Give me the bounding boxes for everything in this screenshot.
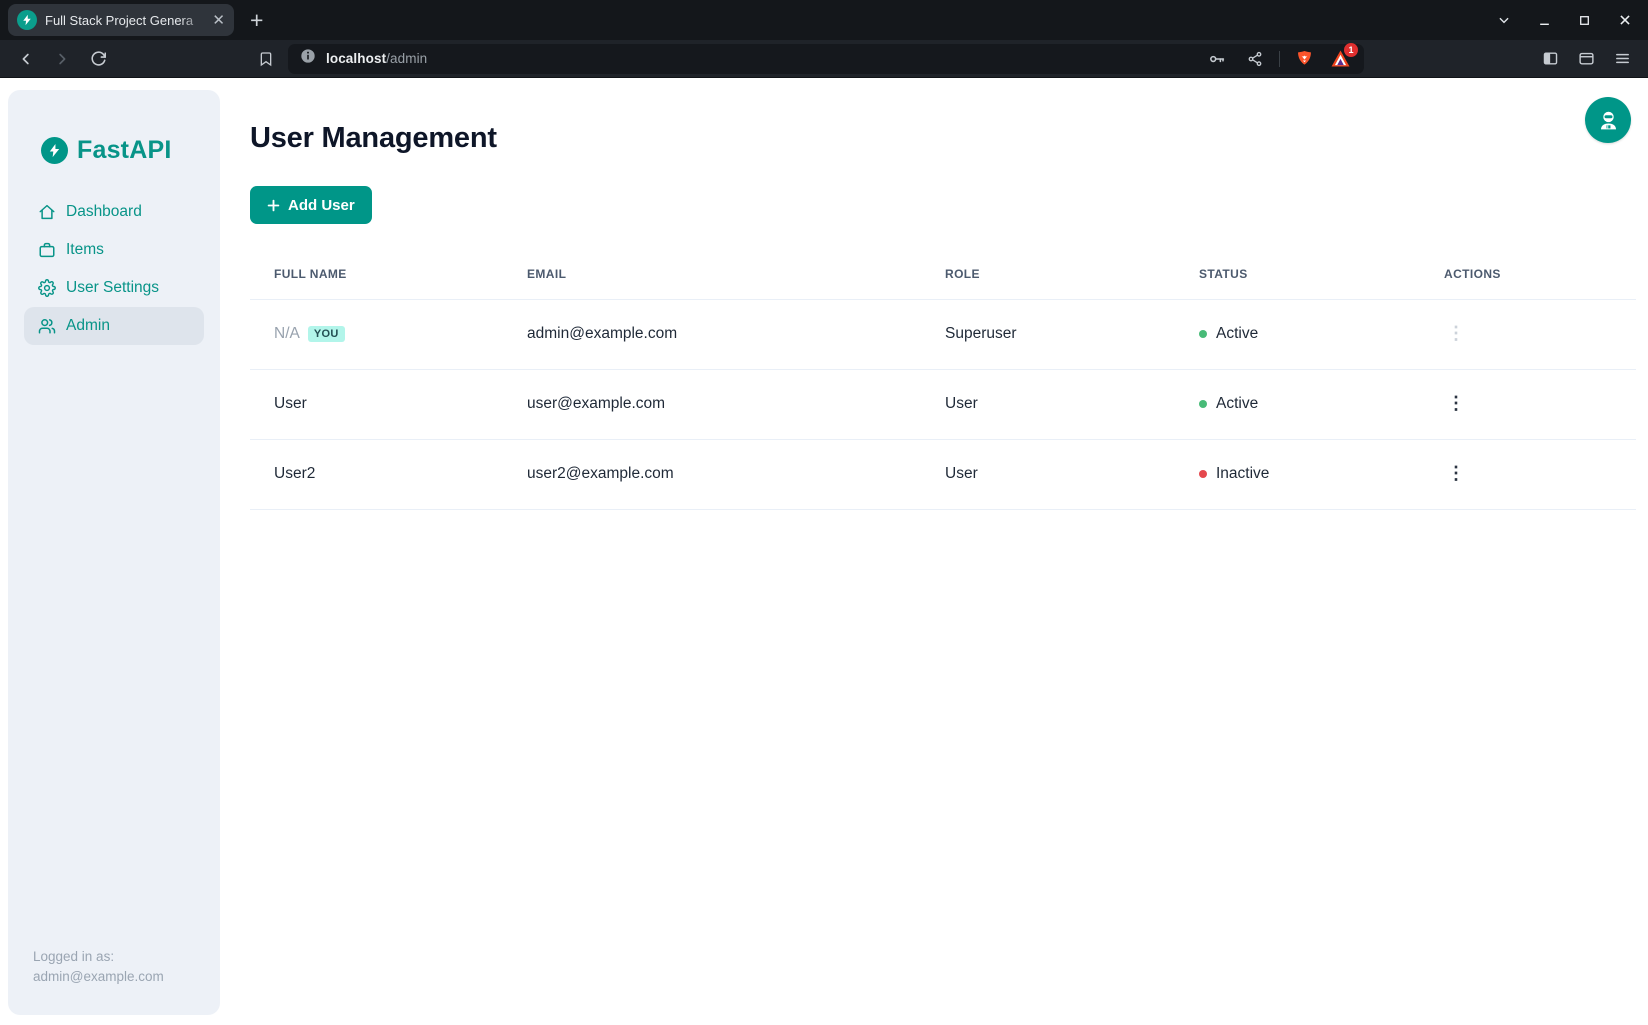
logo-text: FastAPI	[77, 136, 171, 165]
fastapi-favicon-icon	[17, 10, 37, 30]
column-status: STATUS	[1175, 249, 1420, 299]
window-minimize-button[interactable]	[1538, 14, 1551, 27]
add-user-button[interactable]: Add User	[250, 186, 372, 224]
table-row: N/A YOU admin@example.com Superuser Activ…	[250, 299, 1636, 369]
browser-tab[interactable]: Full Stack Project Genera ✕	[8, 4, 234, 36]
browser-tab-bar: Full Stack Project Genera ✕ +	[0, 0, 1648, 40]
logged-in-info: Logged in as: admin@example.com	[33, 947, 164, 987]
cell-status: Inactive	[1175, 439, 1420, 509]
plus-icon	[267, 199, 280, 212]
cell-email: user2@example.com	[503, 439, 921, 509]
page-title: User Management	[250, 122, 1636, 155]
forward-button[interactable]	[48, 45, 76, 73]
brave-rewards-icon[interactable]: 1	[1328, 47, 1352, 71]
side-panel-icon[interactable]	[1536, 45, 1564, 73]
status-dot	[1199, 470, 1207, 478]
cell-full-name: User	[250, 369, 503, 439]
cell-email: user@example.com	[503, 369, 921, 439]
sidebar-item-label: Items	[66, 241, 104, 259]
menu-icon[interactable]	[1608, 45, 1636, 73]
briefcase-icon	[38, 241, 56, 259]
logged-in-label: Logged in as:	[33, 947, 164, 967]
cell-status: Active	[1175, 299, 1420, 369]
back-button[interactable]	[12, 45, 40, 73]
sidebar-item-label: User Settings	[66, 279, 159, 297]
fastapi-logo: FastAPI	[41, 136, 220, 165]
browser-toolbar: localhost/admin 1	[0, 40, 1648, 78]
sidebar: FastAPI Dashboard Items User Settings Ad…	[8, 90, 220, 1015]
status-text: Inactive	[1216, 465, 1269, 482]
site-info-icon[interactable]	[300, 48, 316, 69]
tab-search-chevron-icon[interactable]	[1497, 13, 1511, 27]
column-email: EMAIL	[503, 249, 921, 299]
sidebar-item-label: Admin	[66, 317, 110, 335]
sidebar-item-items[interactable]: Items	[24, 231, 204, 269]
bookmark-icon[interactable]	[252, 45, 280, 73]
url-bar[interactable]: localhost/admin 1	[288, 44, 1364, 74]
url-path: /admin	[386, 51, 427, 66]
sidebar-nav: Dashboard Items User Settings Admin	[8, 193, 220, 345]
reload-button[interactable]	[84, 45, 112, 73]
you-badge: YOU	[308, 326, 345, 342]
cell-status: Active	[1175, 369, 1420, 439]
new-tab-button[interactable]: +	[250, 1, 263, 39]
brave-shield-icon[interactable]	[1290, 45, 1318, 73]
cell-role: User	[921, 439, 1175, 509]
main-area: User Management Add User FULL NAME EMAIL…	[250, 78, 1636, 510]
sidebar-item-dashboard[interactable]: Dashboard	[24, 193, 204, 231]
table-row: User user@example.com User Active ⋮	[250, 369, 1636, 439]
fastapi-logo-icon	[41, 137, 68, 164]
status-dot	[1199, 330, 1207, 338]
column-full-name: FULL NAME	[250, 249, 503, 299]
cell-actions: ⋮	[1420, 439, 1636, 509]
full-name-text: N/A	[274, 325, 300, 342]
row-actions-button[interactable]: ⋮	[1444, 324, 1468, 342]
users-table: FULL NAME EMAIL ROLE STATUS ACTIONS N/A Y…	[250, 249, 1636, 510]
row-actions-button[interactable]: ⋮	[1444, 394, 1468, 412]
cell-email: admin@example.com	[503, 299, 921, 369]
url-text[interactable]: localhost/admin	[326, 51, 1193, 66]
add-user-label: Add User	[288, 197, 355, 214]
rewards-notification-badge: 1	[1344, 43, 1358, 57]
column-role: ROLE	[921, 249, 1175, 299]
tab-close-icon[interactable]: ✕	[212, 13, 225, 28]
status-dot	[1199, 400, 1207, 408]
status-text: Active	[1216, 325, 1258, 342]
url-host: localhost	[326, 51, 386, 66]
cell-full-name: User2	[250, 439, 503, 509]
logged-in-email: admin@example.com	[33, 967, 164, 987]
table-body: N/A YOU admin@example.com Superuser Activ…	[250, 299, 1636, 509]
home-icon	[38, 203, 56, 221]
sidebar-item-admin[interactable]: Admin	[24, 307, 204, 345]
key-icon[interactable]	[1203, 45, 1231, 73]
wallet-icon[interactable]	[1572, 45, 1600, 73]
table-row: User2 user2@example.com User Inactive ⋮	[250, 439, 1636, 509]
gear-icon	[38, 279, 56, 297]
sidebar-item-user-settings[interactable]: User Settings	[24, 269, 204, 307]
cell-actions: ⋮	[1420, 299, 1636, 369]
full-name-text: User2	[274, 465, 315, 482]
cell-full-name: N/A YOU	[250, 299, 503, 369]
row-actions-button[interactable]: ⋮	[1444, 464, 1468, 482]
full-name-text: User	[274, 395, 307, 412]
column-actions: ACTIONS	[1420, 249, 1636, 299]
cell-role: User	[921, 369, 1175, 439]
window-maximize-button[interactable]	[1578, 14, 1591, 27]
users-icon	[38, 317, 56, 335]
table-header-row: FULL NAME EMAIL ROLE STATUS ACTIONS	[250, 249, 1636, 299]
window-close-button[interactable]	[1618, 13, 1632, 27]
sidebar-item-label: Dashboard	[66, 203, 142, 221]
cell-role: Superuser	[921, 299, 1175, 369]
cell-actions: ⋮	[1420, 369, 1636, 439]
status-text: Active	[1216, 395, 1258, 412]
share-icon[interactable]	[1241, 45, 1269, 73]
page-content: FastAPI Dashboard Items User Settings Ad…	[0, 78, 1648, 1025]
